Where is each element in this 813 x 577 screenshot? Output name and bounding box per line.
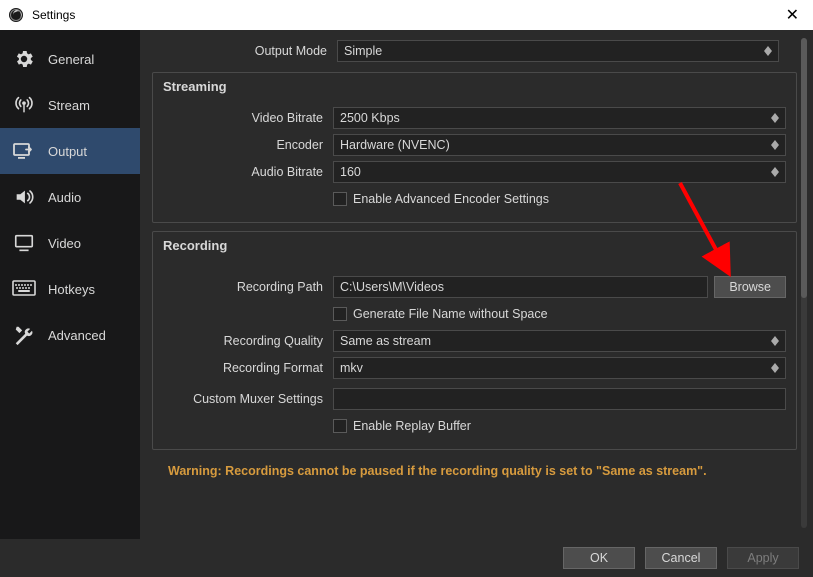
output-mode-select[interactable]: Simple bbox=[337, 40, 779, 62]
recording-path-value: C:\Users\M\Videos bbox=[340, 280, 444, 294]
enable-advanced-checkbox[interactable] bbox=[333, 192, 347, 206]
video-bitrate-value: 2500 Kbps bbox=[340, 111, 400, 125]
sidebar-item-video[interactable]: Video bbox=[0, 220, 140, 266]
output-mode-value: Simple bbox=[344, 44, 382, 58]
generate-filename-label: Generate File Name without Space bbox=[353, 307, 548, 321]
tools-icon bbox=[12, 323, 36, 347]
recording-quality-select[interactable]: Same as stream bbox=[333, 330, 786, 352]
sidebar-item-label: General bbox=[48, 52, 94, 67]
enable-advanced-label: Enable Advanced Encoder Settings bbox=[353, 192, 549, 206]
speaker-icon bbox=[12, 185, 36, 209]
video-bitrate-input[interactable]: 2500 Kbps bbox=[333, 107, 786, 129]
ok-button[interactable]: OK bbox=[563, 547, 635, 569]
recording-format-label: Recording Format bbox=[163, 361, 333, 375]
recording-format-select[interactable]: mkv bbox=[333, 357, 786, 379]
sidebar-item-hotkeys[interactable]: Hotkeys bbox=[0, 266, 140, 312]
close-button[interactable]: ✕ bbox=[780, 5, 805, 25]
settings-body: General Stream Output Audio Video Hotkey… bbox=[0, 30, 813, 539]
settings-main: Output Mode Simple Streaming Video Bitra… bbox=[140, 30, 813, 539]
sidebar-item-audio[interactable]: Audio bbox=[0, 174, 140, 220]
chevron-updown-icon bbox=[764, 46, 772, 56]
output-mode-row: Output Mode Simple bbox=[152, 38, 797, 64]
monitor-icon bbox=[12, 231, 36, 255]
recording-path-input[interactable]: C:\Users\M\Videos bbox=[333, 276, 708, 298]
replay-buffer-label: Enable Replay Buffer bbox=[353, 419, 471, 433]
streaming-title: Streaming bbox=[153, 73, 796, 104]
warning-text: Warning: Recordings cannot be paused if … bbox=[152, 458, 797, 484]
sidebar-item-label: Advanced bbox=[48, 328, 106, 343]
recording-format-value: mkv bbox=[340, 361, 363, 375]
video-bitrate-label: Video Bitrate bbox=[163, 111, 333, 125]
recording-title: Recording bbox=[153, 232, 796, 263]
sidebar: General Stream Output Audio Video Hotkey… bbox=[0, 30, 140, 539]
recording-quality-label: Recording Quality bbox=[163, 334, 333, 348]
sidebar-item-output[interactable]: Output bbox=[0, 128, 140, 174]
sidebar-item-advanced[interactable]: Advanced bbox=[0, 312, 140, 358]
encoder-value: Hardware (NVENC) bbox=[340, 138, 450, 152]
keyboard-icon bbox=[12, 277, 36, 301]
recording-quality-value: Same as stream bbox=[340, 334, 431, 348]
encoder-label: Encoder bbox=[163, 138, 333, 152]
apply-button[interactable]: Apply bbox=[727, 547, 799, 569]
footer: OK Cancel Apply bbox=[0, 539, 813, 577]
chevron-updown-icon bbox=[771, 167, 779, 177]
audio-bitrate-select[interactable]: 160 bbox=[333, 161, 786, 183]
sidebar-item-label: Stream bbox=[48, 98, 90, 113]
recording-panel: Recording Recording Path C:\Users\M\Vide… bbox=[152, 231, 797, 450]
titlebar: Settings ✕ bbox=[0, 0, 813, 30]
sidebar-item-label: Video bbox=[48, 236, 81, 251]
streaming-panel: Streaming Video Bitrate 2500 Kbps Encode… bbox=[152, 72, 797, 223]
recording-path-label: Recording Path bbox=[163, 280, 333, 294]
sidebar-item-general[interactable]: General bbox=[0, 36, 140, 82]
muxer-label: Custom Muxer Settings bbox=[163, 392, 333, 406]
sidebar-item-label: Output bbox=[48, 144, 87, 159]
browse-button[interactable]: Browse bbox=[714, 276, 786, 298]
window-title: Settings bbox=[32, 8, 780, 22]
audio-bitrate-value: 160 bbox=[340, 165, 361, 179]
chevron-updown-icon bbox=[771, 363, 779, 373]
muxer-input[interactable] bbox=[333, 388, 786, 410]
gear-icon bbox=[12, 47, 36, 71]
encoder-select[interactable]: Hardware (NVENC) bbox=[333, 134, 786, 156]
cancel-button[interactable]: Cancel bbox=[645, 547, 717, 569]
replay-buffer-checkbox[interactable] bbox=[333, 419, 347, 433]
sidebar-item-label: Hotkeys bbox=[48, 282, 95, 297]
chevron-updown-icon bbox=[771, 140, 779, 150]
scrollbar-thumb[interactable] bbox=[801, 38, 807, 298]
chevron-updown-icon bbox=[771, 336, 779, 346]
antenna-icon bbox=[12, 93, 36, 117]
spinner-icon bbox=[771, 113, 779, 123]
scrollbar[interactable] bbox=[801, 38, 807, 528]
obs-icon bbox=[8, 7, 24, 23]
audio-bitrate-label: Audio Bitrate bbox=[163, 165, 333, 179]
sidebar-item-label: Audio bbox=[48, 190, 81, 205]
generate-filename-checkbox[interactable] bbox=[333, 307, 347, 321]
sidebar-item-stream[interactable]: Stream bbox=[0, 82, 140, 128]
output-icon bbox=[12, 139, 36, 163]
settings-window: Settings ✕ General Stream Output Audio bbox=[0, 0, 813, 577]
output-mode-label: Output Mode bbox=[152, 44, 337, 58]
